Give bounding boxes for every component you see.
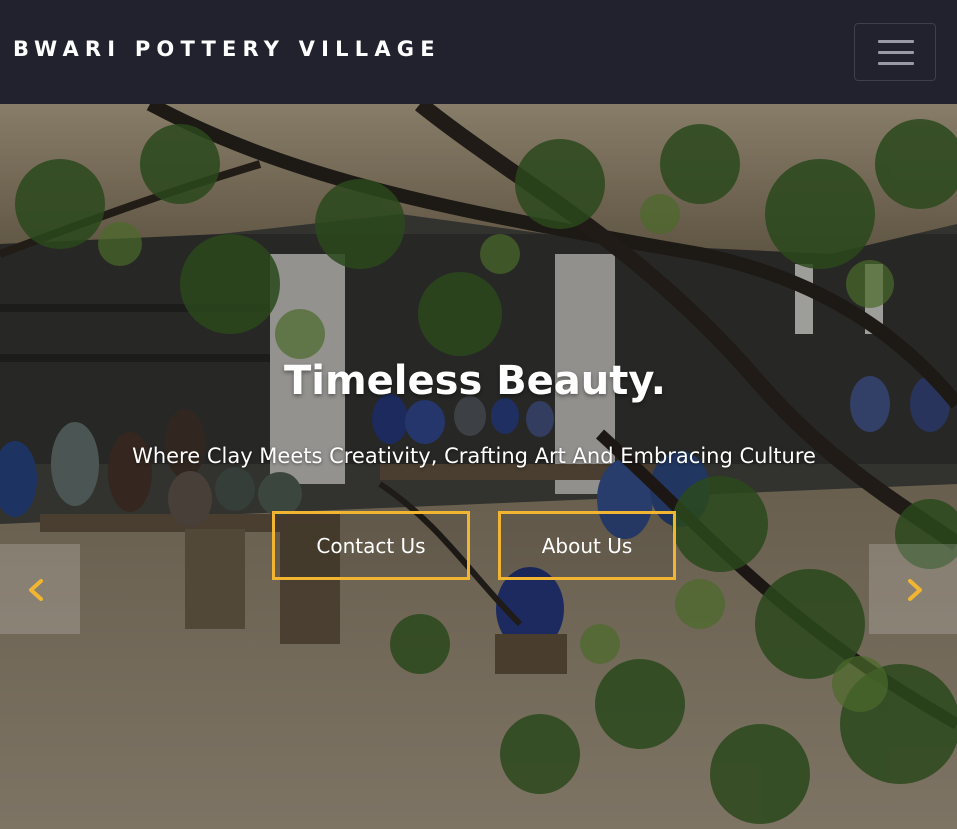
navbar: BWARI POTTERY VILLAGE — [0, 0, 957, 104]
hero-subtitle: Where Clay Meets Creativity, Crafting Ar… — [132, 444, 816, 468]
hamburger-menu-icon-bar — [878, 51, 914, 54]
carousel-next-button[interactable] — [869, 544, 957, 634]
chevron-left-icon — [29, 579, 43, 601]
hero-title: Timeless Beauty. — [284, 358, 666, 404]
hamburger-menu-icon — [878, 40, 914, 43]
contact-us-button[interactable]: Contact Us — [272, 511, 470, 580]
about-us-button[interactable]: About Us — [498, 511, 676, 580]
hamburger-menu-icon-bar — [878, 62, 914, 65]
menu-toggle-button[interactable] — [854, 23, 936, 81]
brand-logo-text[interactable]: BWARI POTTERY VILLAGE — [13, 37, 441, 61]
carousel-prev-button[interactable] — [0, 544, 80, 634]
chevron-right-icon — [908, 579, 922, 601]
hero-carousel: Timeless Beauty. Where Clay Meets Creati… — [0, 104, 957, 829]
